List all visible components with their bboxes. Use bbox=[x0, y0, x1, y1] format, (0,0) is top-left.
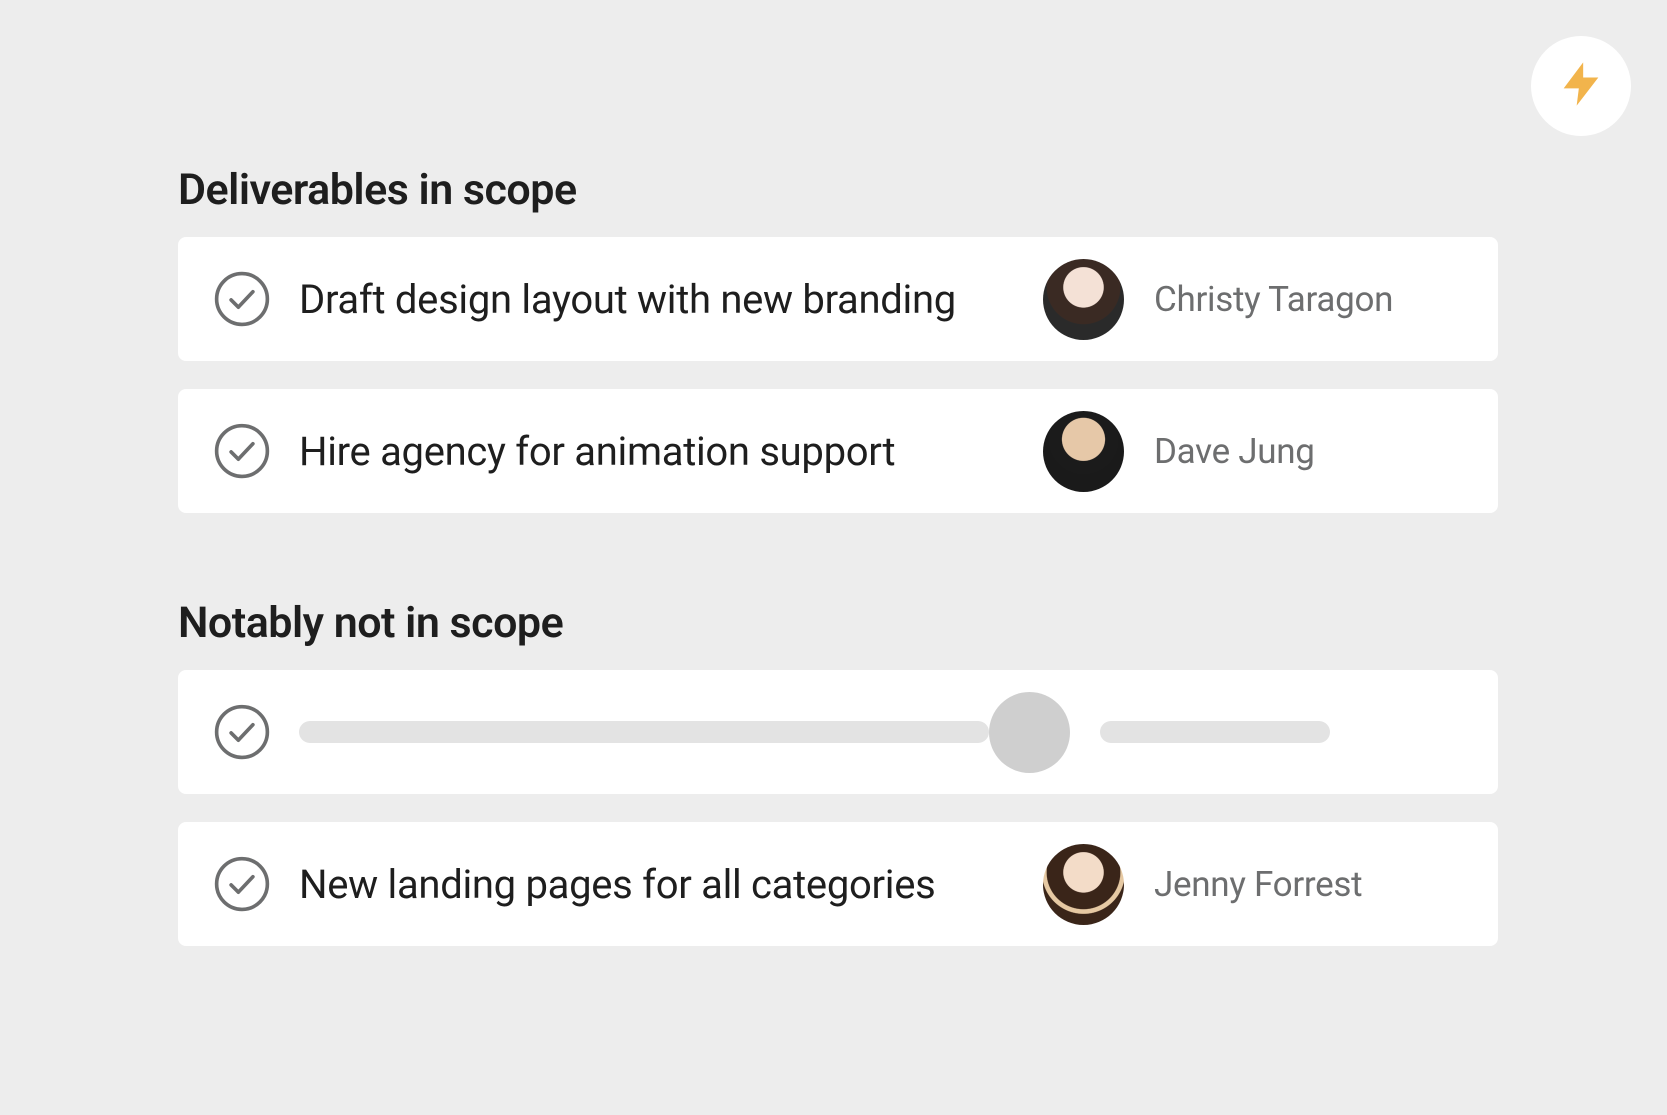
task-row[interactable]: Hire agency for animation support Dave J… bbox=[178, 389, 1498, 513]
assignee-block[interactable]: Christy Taragon bbox=[1043, 259, 1463, 340]
section-deliverables-in-scope: Deliverables in scope Draft design layou… bbox=[178, 165, 1498, 513]
task-title-placeholder bbox=[299, 721, 989, 743]
task-sections-container: Deliverables in scope Draft design layou… bbox=[178, 165, 1498, 1031]
task-row[interactable]: New landing pages for all categories Jen… bbox=[178, 822, 1498, 946]
assignee-name: Christy Taragon bbox=[1154, 279, 1393, 320]
assignee-name-placeholder bbox=[1100, 721, 1330, 743]
task-title: New landing pages for all categories bbox=[299, 861, 1043, 908]
task-row-placeholder[interactable] bbox=[178, 670, 1498, 794]
lightning-icon bbox=[1555, 58, 1607, 114]
check-circle-icon bbox=[213, 855, 271, 913]
avatar bbox=[1043, 844, 1124, 925]
assignee-block-placeholder bbox=[989, 692, 1409, 773]
section-heading: Notably not in scope bbox=[178, 598, 1498, 648]
complete-task-checkbox[interactable] bbox=[213, 855, 271, 913]
check-circle-icon bbox=[213, 703, 271, 761]
automation-fab-button[interactable] bbox=[1531, 36, 1631, 136]
section-heading: Deliverables in scope bbox=[178, 165, 1498, 215]
assignee-block[interactable]: Dave Jung bbox=[1043, 411, 1463, 492]
task-title: Hire agency for animation support bbox=[299, 428, 1043, 475]
complete-task-checkbox[interactable] bbox=[213, 270, 271, 328]
assignee-name: Jenny Forrest bbox=[1154, 864, 1362, 905]
task-title: Draft design layout with new branding bbox=[299, 276, 1043, 323]
avatar-placeholder bbox=[989, 692, 1070, 773]
complete-task-checkbox[interactable] bbox=[213, 703, 271, 761]
avatar bbox=[1043, 259, 1124, 340]
section-notably-not-in-scope: Notably not in scope New landi bbox=[178, 598, 1498, 946]
task-row[interactable]: Draft design layout with new branding Ch… bbox=[178, 237, 1498, 361]
check-circle-icon bbox=[213, 422, 271, 480]
assignee-block[interactable]: Jenny Forrest bbox=[1043, 844, 1463, 925]
complete-task-checkbox[interactable] bbox=[213, 422, 271, 480]
avatar bbox=[1043, 411, 1124, 492]
check-circle-icon bbox=[213, 270, 271, 328]
assignee-name: Dave Jung bbox=[1154, 431, 1315, 472]
